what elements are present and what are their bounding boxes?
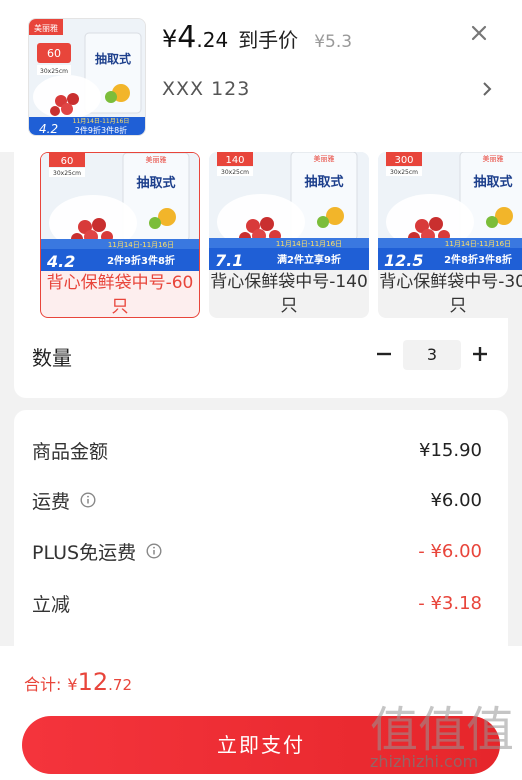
cost-value: ¥6.00 bbox=[430, 489, 482, 511]
plus-icon[interactable] bbox=[470, 343, 490, 365]
thumb-count-badge: 60 bbox=[47, 47, 61, 60]
cost-label-text: PLUS免运费 bbox=[32, 541, 137, 564]
variant-promo-date: 11月14日-11月16日 bbox=[108, 241, 174, 249]
variant-brand: 美丽雅 bbox=[146, 155, 167, 164]
variant-image: 300 30x25cm 美丽雅抽取式 11月14日-11月16日 12.5 2件8折3件8… bbox=[378, 152, 522, 270]
variant-option[interactable]: 300 30x25cm 美丽雅抽取式 11月14日-11月16日 12.5 2件8折3件8… bbox=[378, 152, 522, 318]
spec-text: XXX 123 bbox=[162, 78, 251, 100]
cost-label: 运费 bbox=[32, 487, 96, 514]
variant-title: 抽取式 bbox=[473, 174, 512, 190]
variant-name: 背心保鲜袋中号-140只 bbox=[210, 272, 368, 316]
cost-value: - ¥3.18 bbox=[418, 592, 482, 614]
price-row: ¥ 4 .24 到手价 ¥5.3 bbox=[162, 20, 352, 55]
variant-title: 抽取式 bbox=[136, 175, 175, 191]
cost-row: 运费 ¥6.00 bbox=[32, 485, 482, 515]
cost-label: PLUS免运费 bbox=[32, 538, 162, 565]
quantity-input[interactable]: 3 bbox=[403, 340, 461, 370]
close-icon[interactable] bbox=[468, 22, 490, 44]
total-price: 合计: ¥ 12 .72 bbox=[24, 668, 132, 696]
thumb-promo-date: 11月14日-11月16日 bbox=[73, 118, 130, 125]
cost-label-text: 立减 bbox=[32, 593, 71, 616]
product-header: 美丽雅 60 30x25cm 抽取式 4.2 2件9折3件8折 11月14日-1… bbox=[0, 0, 522, 152]
variant-badge: 300 bbox=[394, 155, 413, 166]
variant-badge: 60 bbox=[61, 156, 74, 167]
variant-promo-date: 11月14日-11月16日 bbox=[445, 240, 511, 248]
variant-brand: 美丽雅 bbox=[483, 154, 504, 163]
variant-promo: 满2件立享9折 bbox=[277, 253, 341, 266]
variant-name: 背心保鲜袋中号-300只 bbox=[379, 272, 522, 316]
original-price: ¥5.3 bbox=[314, 32, 353, 52]
variant-option[interactable]: 140 30x25cm 美丽雅抽取式 11月14日-11月16日 7.1 满2件立享9折背… bbox=[209, 152, 369, 318]
variant-price: 4.2 bbox=[46, 252, 75, 271]
variant-list[interactable]: 60 30x25cm 美丽雅抽取式 11月14日-11月16日 4.2 2件9折3件8折背… bbox=[26, 152, 522, 320]
variant-badge: 140 bbox=[225, 155, 244, 166]
total-integer: 12 bbox=[77, 668, 109, 696]
thumb-size: 30x25cm bbox=[40, 68, 68, 75]
price-decimal: .24 bbox=[196, 28, 229, 52]
variant-size: 30x25cm bbox=[53, 170, 81, 177]
variant-name: 背心保鲜袋中号-60只 bbox=[46, 273, 194, 317]
variant-size: 30x25cm bbox=[390, 169, 418, 176]
cost-label-text: 运费 bbox=[32, 490, 71, 513]
variant-price: 12.5 bbox=[384, 251, 423, 270]
info-icon[interactable] bbox=[146, 543, 162, 559]
cost-row: PLUS免运费 - ¥6.00 bbox=[32, 536, 482, 566]
thumb-price: 4.2 bbox=[39, 122, 58, 136]
cost-row: 立减 - ¥3.18 bbox=[32, 588, 482, 618]
variant-brand: 美丽雅 bbox=[314, 154, 335, 163]
total-decimal: .72 bbox=[108, 676, 132, 694]
watermark-site: zhizhizhi.com bbox=[370, 752, 479, 771]
minus-icon[interactable] bbox=[374, 343, 394, 365]
cost-value: ¥15.90 bbox=[419, 439, 482, 461]
variant-size: 30x25cm bbox=[221, 169, 249, 176]
total-label: 合计: bbox=[24, 675, 62, 694]
variant-option[interactable]: 60 30x25cm 美丽雅抽取式 11月14日-11月16日 4.2 2件9折3件8折背… bbox=[40, 152, 200, 318]
cost-row: 商品金额 ¥15.90 bbox=[32, 435, 482, 465]
chevron-right-icon bbox=[483, 82, 492, 96]
info-icon[interactable] bbox=[80, 492, 96, 508]
cost-value: - ¥6.00 bbox=[418, 540, 482, 562]
quantity-label: 数量 bbox=[32, 346, 72, 370]
variant-image: 140 30x25cm 美丽雅抽取式 11月14日-11月16日 7.1 满2件立享9折 bbox=[209, 152, 369, 270]
thumb-title: 抽取式 bbox=[95, 51, 131, 66]
product-thumbnail[interactable]: 美丽雅 60 30x25cm 抽取式 4.2 2件9折3件8折 11月14日-1… bbox=[28, 18, 146, 136]
variant-promo: 2件8折3件8折 bbox=[444, 253, 512, 266]
variant-price: 7.1 bbox=[215, 251, 243, 270]
cost-label-text: 商品金额 bbox=[32, 440, 109, 463]
thumb-brand: 美丽雅 bbox=[34, 23, 58, 33]
price-currency: ¥ bbox=[162, 25, 178, 53]
total-currency: ¥ bbox=[67, 675, 78, 694]
variant-image: 60 30x25cm 美丽雅抽取式 11月14日-11月16日 4.2 2件9折3件8折 bbox=[41, 153, 199, 271]
spec-selector[interactable]: XXX 123 bbox=[162, 76, 492, 102]
variant-title: 抽取式 bbox=[304, 174, 343, 190]
cost-label: 商品金额 bbox=[32, 437, 108, 464]
price-integer: 4 bbox=[177, 20, 197, 55]
thumb-promo: 2件9折3件8折 bbox=[75, 125, 127, 135]
variant-promo: 2件9折3件8折 bbox=[107, 254, 175, 267]
watermark-glyphs: 值值值 bbox=[370, 702, 514, 758]
variant-promo-date: 11月14日-11月16日 bbox=[276, 240, 342, 248]
price-label: 到手价 bbox=[238, 28, 299, 52]
cost-label: 立减 bbox=[32, 590, 70, 617]
cost-card: 商品金额 ¥15.90 运费 ¥6.00 PLUS免运费 - ¥6.00 立减 - ¥3.18 bbox=[14, 410, 508, 660]
